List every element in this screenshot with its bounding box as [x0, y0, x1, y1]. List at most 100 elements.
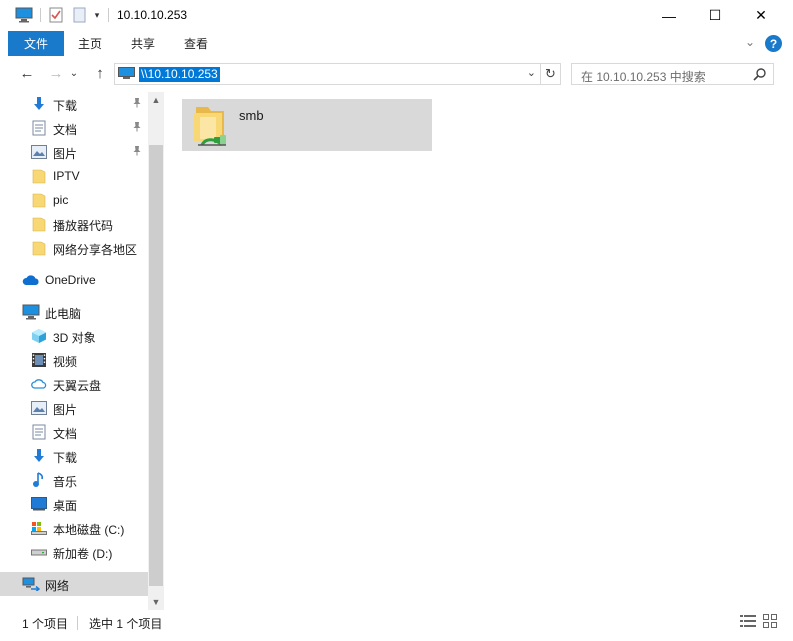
- sidebar-item-label: OneDrive: [45, 273, 96, 287]
- title-bar: ▾ 10.10.10.253 — ☐ ✕: [0, 0, 793, 31]
- scroll-up-button[interactable]: ▲: [148, 92, 164, 108]
- sidebar-item[interactable]: 音乐: [0, 468, 148, 492]
- minimize-button[interactable]: —: [646, 0, 692, 31]
- tab-view[interactable]: 查看: [184, 31, 208, 56]
- close-button[interactable]: ✕: [738, 0, 784, 31]
- nav-scrollbar[interactable]: ▲ ▼: [148, 92, 164, 610]
- sidebar-item-label: 本地磁盘 (C:): [53, 523, 125, 537]
- status-separator: [77, 616, 78, 630]
- download-icon: [30, 447, 48, 465]
- refresh-button[interactable]: ↻: [541, 63, 561, 85]
- sidebar-item[interactable]: 播放器代码: [0, 212, 148, 236]
- sidebar-item[interactable]: 此电脑: [0, 300, 148, 324]
- sidebar-item[interactable]: 网络分享各地区: [0, 236, 148, 260]
- sidebar-item[interactable]: 新加卷 (D:): [0, 540, 148, 564]
- sidebar-item-label: 图片: [53, 403, 78, 417]
- sidebar-item-label: 音乐: [53, 475, 78, 489]
- folder-icon: [30, 167, 48, 185]
- sidebar-item[interactable]: pic: [0, 188, 148, 212]
- tab-share[interactable]: 共享: [131, 31, 155, 56]
- sidebar-item[interactable]: IPTV: [0, 164, 148, 188]
- sidebar-item[interactable]: 文档: [0, 116, 148, 140]
- desktop-icon: [30, 495, 48, 513]
- new-folder-icon[interactable]: [71, 6, 87, 24]
- sidebar-item[interactable]: 图片: [0, 140, 148, 164]
- scroll-down-button[interactable]: ▼: [148, 594, 164, 610]
- sidebar-item-label: 新加卷 (D:): [53, 547, 113, 561]
- picture-icon: [30, 143, 48, 161]
- title-separator: [40, 8, 41, 22]
- sidebar-item-label: IPTV: [53, 169, 80, 183]
- pin-icon[interactable]: [132, 97, 142, 111]
- pin-icon[interactable]: [132, 121, 142, 135]
- sidebar-item[interactable]: 网络: [0, 572, 148, 596]
- item-label: smb: [239, 108, 264, 123]
- sidebar-item-label: 下载: [53, 99, 78, 113]
- sidebar-item-label: 天翼云盘: [53, 379, 102, 393]
- sidebar-item[interactable]: 图片: [0, 396, 148, 420]
- maximize-button[interactable]: ☐: [692, 0, 738, 31]
- sidebar-item-label: 文档: [53, 427, 78, 441]
- shared-folder-icon: [186, 101, 234, 152]
- back-button[interactable]: ←: [17, 65, 37, 82]
- sidebar-item[interactable]: OneDrive: [0, 268, 148, 292]
- sidebar-item-label: 播放器代码: [53, 219, 114, 233]
- forward-button[interactable]: →: [46, 65, 66, 82]
- item-count: 1 个项目: [22, 617, 69, 631]
- quick-access-dropdown-icon[interactable]: ▾: [91, 6, 103, 24]
- folder-icon: [30, 215, 48, 233]
- sidebar-item-label: 桌面: [53, 499, 78, 513]
- recent-locations-button[interactable]: ⌄: [68, 68, 80, 79]
- sidebar-item[interactable]: 文档: [0, 420, 148, 444]
- ribbon-tabs: 文件 主页 共享 查看 ⌄ ?: [0, 31, 793, 57]
- status-bar: 1 个项目 选中 1 个项目: [0, 610, 793, 641]
- ribbon-expand-icon[interactable]: ⌄: [745, 35, 755, 49]
- search-icon[interactable]: [753, 67, 767, 84]
- document-icon: [30, 423, 48, 441]
- sidebar-item[interactable]: 本地磁盘 (C:): [0, 516, 148, 540]
- network-location-icon: [118, 67, 135, 80]
- picture-icon: [30, 399, 48, 417]
- properties-icon[interactable]: [48, 6, 64, 24]
- sidebar-item[interactable]: 3D 对象: [0, 324, 148, 348]
- selected-count: 选中 1 个项目: [89, 617, 163, 631]
- download-icon: [30, 95, 48, 113]
- details-view-icon[interactable]: [739, 613, 757, 629]
- this-pc-icon: [22, 303, 40, 321]
- address-bar[interactable]: \\10.10.10.253 ⌄: [114, 63, 541, 85]
- sidebar-item[interactable]: 天翼云盘: [0, 372, 148, 396]
- window-title: 10.10.10.253: [117, 8, 188, 22]
- onedrive-icon: [22, 271, 40, 289]
- large-icons-view-icon[interactable]: [761, 613, 779, 629]
- sidebar-item-label: 3D 对象: [53, 331, 96, 345]
- video-icon: [30, 351, 48, 369]
- sidebar-item[interactable]: 下载: [0, 444, 148, 468]
- search-placeholder: 在 10.10.10.253 中搜索: [581, 70, 706, 84]
- folder-icon: [30, 191, 48, 209]
- up-button[interactable]: ↑: [90, 65, 110, 82]
- sidebar-item[interactable]: 下载: [0, 92, 148, 116]
- address-dropdown-icon[interactable]: ⌄: [527, 66, 536, 79]
- tab-home[interactable]: 主页: [78, 31, 102, 56]
- tab-file[interactable]: 文件: [8, 31, 64, 56]
- pin-icon[interactable]: [132, 145, 142, 159]
- sidebar-item[interactable]: 视频: [0, 348, 148, 372]
- sidebar-item-label: pic: [53, 193, 69, 207]
- sidebar-item-label: 文档: [53, 123, 78, 137]
- list-item[interactable]: smb: [182, 99, 432, 151]
- network-icon: [22, 575, 40, 593]
- address-row: ← → ⌄ ↑ \\10.10.10.253 ⌄ ↻ 在 10.10.10.25…: [0, 57, 793, 92]
- address-input[interactable]: \\10.10.10.253: [139, 67, 220, 82]
- 3d-objects-icon: [30, 327, 48, 345]
- search-input[interactable]: 在 10.10.10.253 中搜索: [571, 63, 774, 85]
- document-icon: [30, 119, 48, 137]
- sidebar-item-label: 网络: [45, 579, 70, 593]
- this-pc-icon: [15, 6, 33, 24]
- sidebar-item[interactable]: 桌面: [0, 492, 148, 516]
- file-list: smb: [164, 92, 793, 610]
- cloud-drive-icon: [30, 375, 48, 393]
- sidebar-item-label: 此电脑: [45, 307, 82, 321]
- help-icon[interactable]: ?: [765, 35, 782, 52]
- scroll-thumb[interactable]: [149, 145, 163, 586]
- drive-icon: [30, 543, 48, 561]
